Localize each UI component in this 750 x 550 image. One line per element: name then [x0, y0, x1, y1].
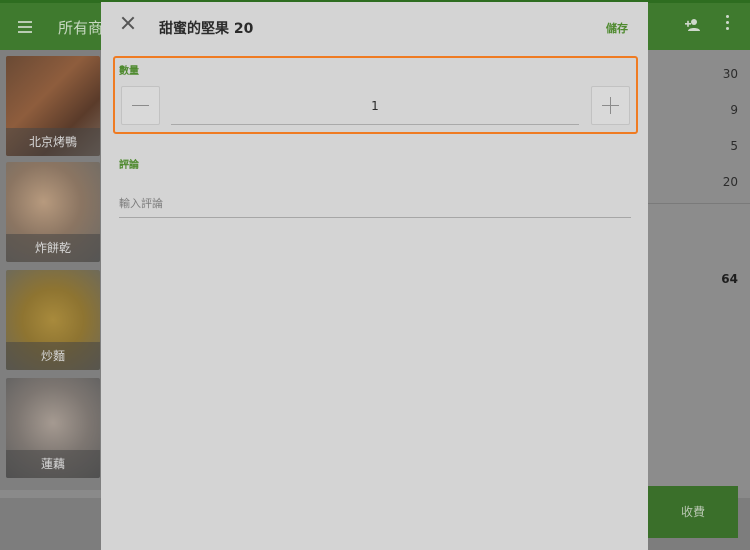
hamburger-icon[interactable]: [18, 21, 32, 33]
order-total: 64: [721, 272, 738, 286]
person-add-icon[interactable]: [684, 18, 702, 36]
menu-item-peking-duck[interactable]: 北京烤鴨: [6, 56, 100, 156]
edit-item-dialog: 甜蜜的堅果 20 儲存 數量 1 評論: [101, 2, 648, 550]
order-qty: 9: [730, 103, 738, 117]
charge-button[interactable]: 收費: [648, 486, 738, 538]
menu-item-name: 蓮藕: [40, 457, 65, 471]
dialog-title: 甜蜜的堅果 20: [159, 21, 254, 37]
divider: [648, 203, 750, 204]
quantity-underline: [171, 124, 579, 125]
quantity-highlight: [113, 56, 638, 134]
app-title: 所有商: [58, 19, 104, 37]
quantity-label: 數量: [119, 66, 139, 77]
order-qty: 30: [722, 67, 738, 81]
quantity-value[interactable]: 1: [171, 99, 579, 113]
save-button[interactable]: 儲存: [606, 20, 628, 36]
menu-item-name: 北京烤鴨: [28, 135, 77, 149]
menu-grid: 北京烤鴨 炸餅乾 炒麵 蓮藕: [0, 50, 101, 490]
comment-input[interactable]: [119, 190, 631, 216]
close-icon[interactable]: [121, 16, 135, 30]
dialog-header: 甜蜜的堅果 20 儲存: [101, 2, 648, 48]
decrement-button[interactable]: [121, 86, 160, 125]
comment-underline: [119, 217, 631, 218]
menu-item-name: 炸餅乾: [34, 241, 71, 255]
order-qty: 20: [722, 175, 738, 189]
menu-item-fried-noodles[interactable]: 炒麵: [6, 270, 100, 370]
menu-item-fried-cookies[interactable]: 炸餅乾: [6, 162, 100, 262]
minus-icon: [132, 105, 149, 106]
order-qty: 5: [730, 139, 738, 153]
comment-label: 評論: [119, 160, 139, 171]
more-vert-icon[interactable]: [724, 15, 730, 35]
menu-item-lotus-root[interactable]: 蓮藕: [6, 378, 100, 478]
increment-button[interactable]: [591, 86, 630, 125]
menu-item-name: 炒麵: [40, 349, 65, 363]
order-panel: 30 9 5 20 64: [648, 50, 750, 490]
